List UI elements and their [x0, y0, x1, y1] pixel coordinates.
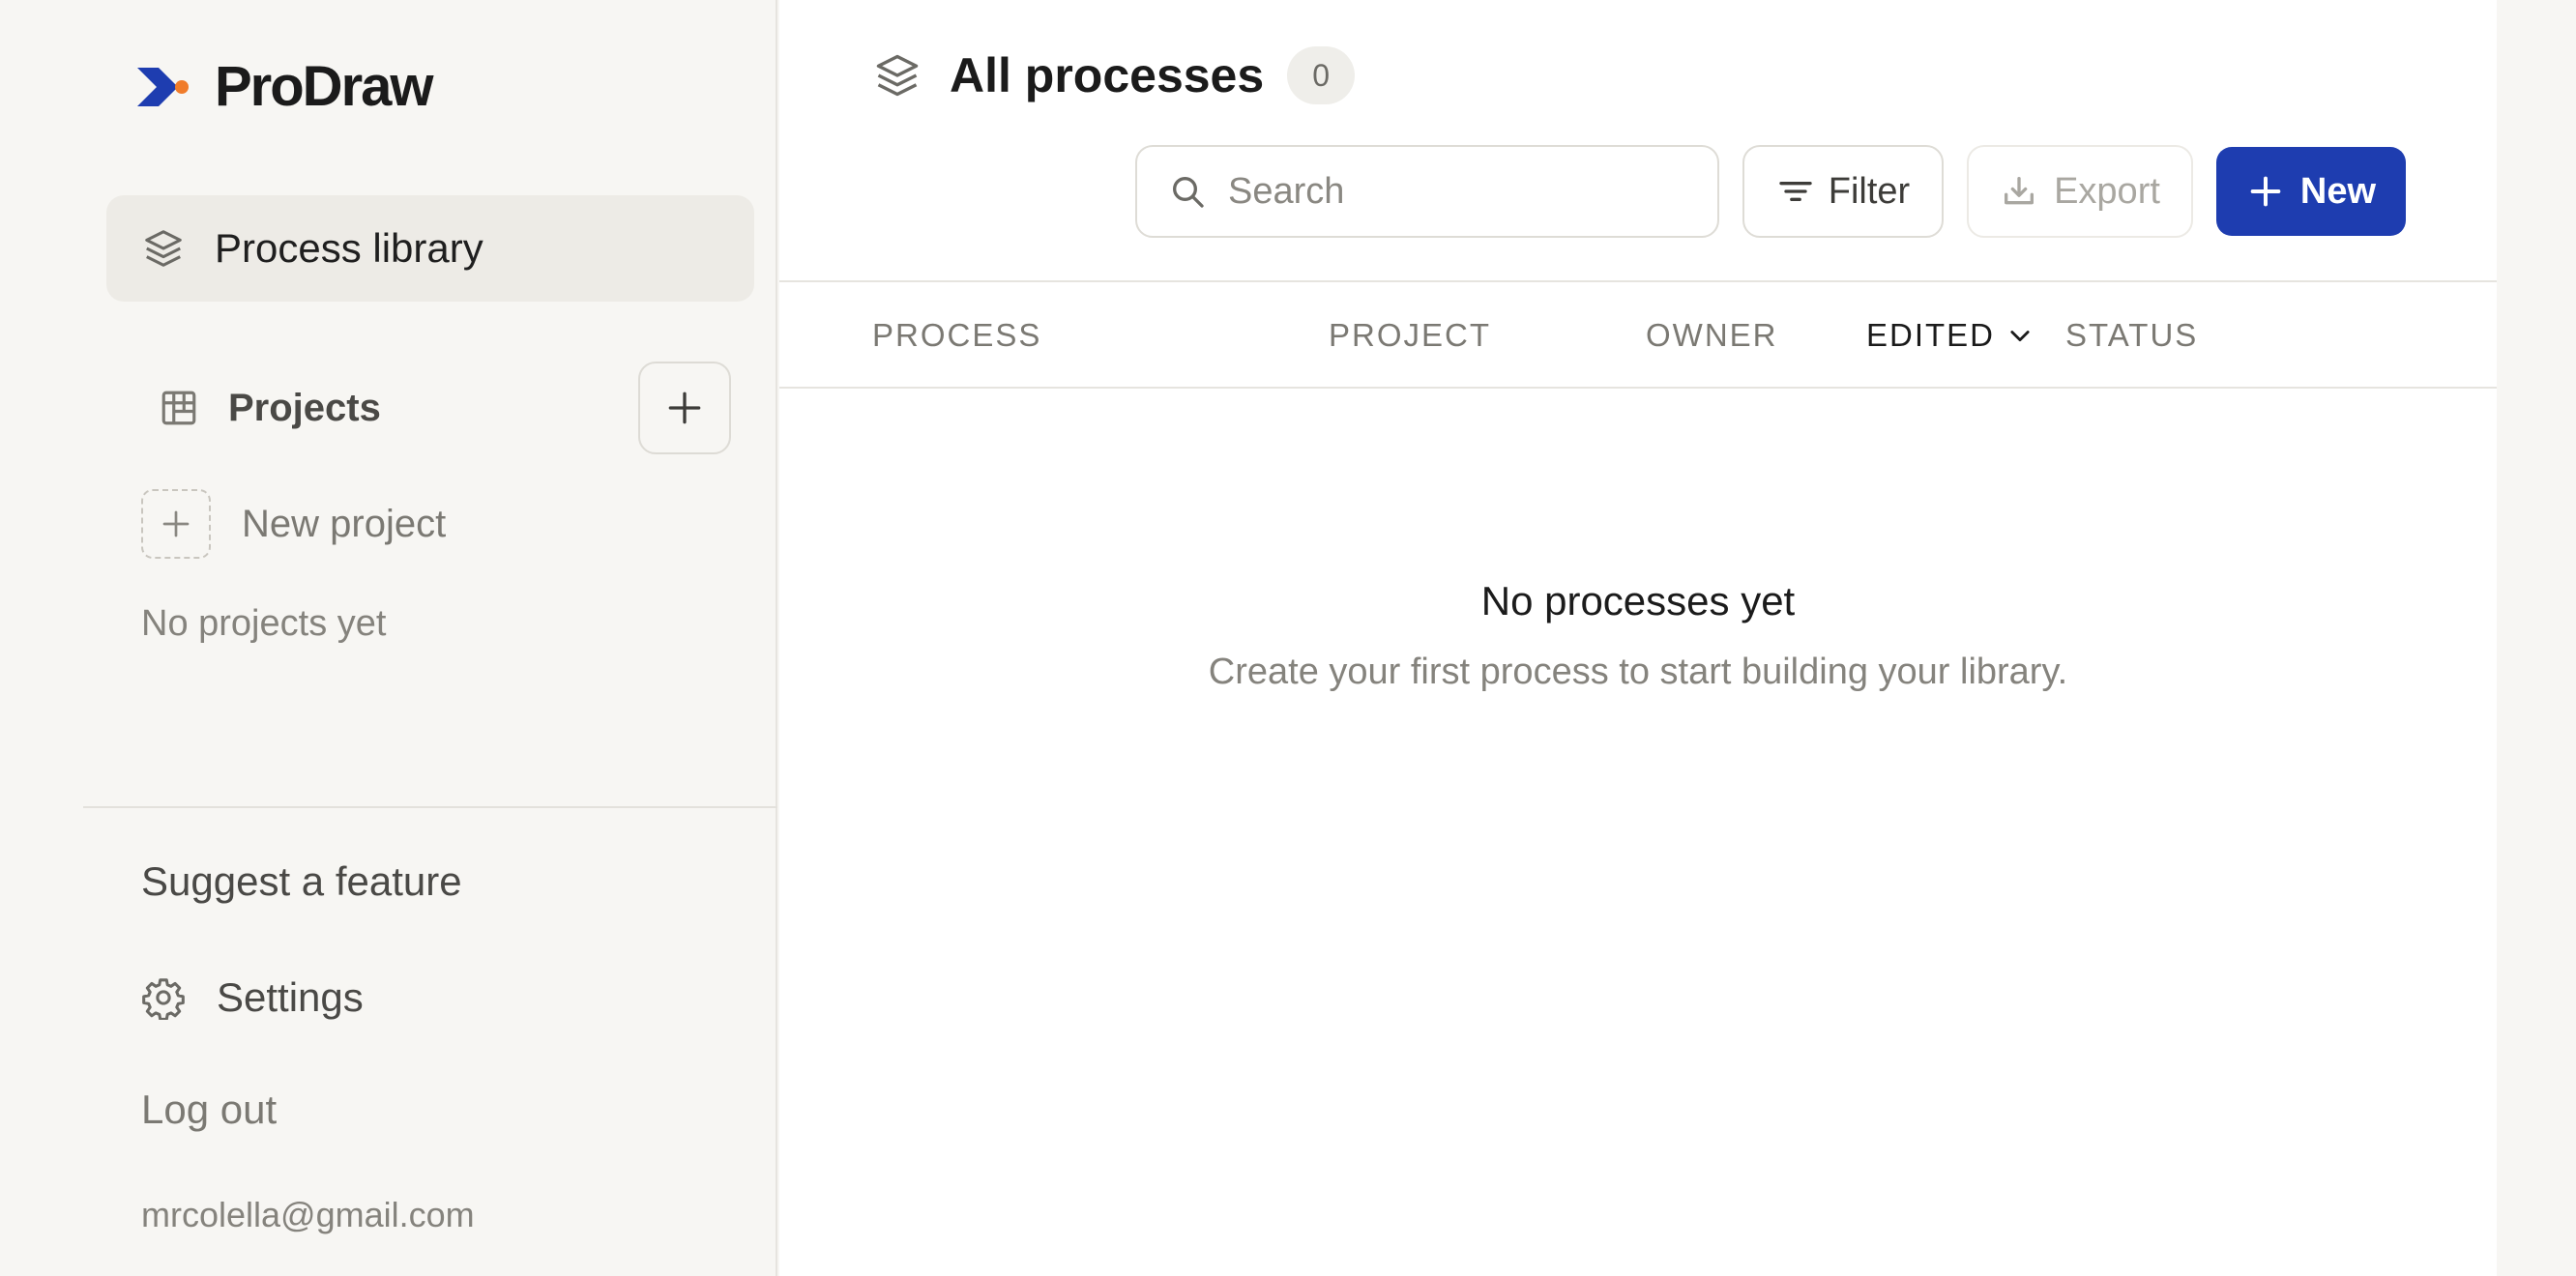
- sidebar-item-process-library[interactable]: Process library: [106, 195, 754, 302]
- right-gutter: [2497, 0, 2576, 1276]
- no-projects-text: No projects yet: [141, 603, 387, 644]
- search-input[interactable]: [1228, 170, 1712, 213]
- app-logo[interactable]: ProDraw: [135, 54, 434, 119]
- sidebar-item-label: Process library: [215, 225, 483, 271]
- empty-state-title: No processes yet: [1480, 578, 1796, 624]
- page-header: All processes 0: [872, 46, 1356, 104]
- filter-label: Filter: [1828, 170, 1911, 212]
- new-label: New: [2299, 170, 2377, 212]
- new-project-placeholder: [141, 489, 211, 559]
- column-header-edited-label: EDITED: [1866, 317, 1996, 353]
- layers-icon: [145, 230, 182, 267]
- column-header-status[interactable]: STATUS: [2065, 317, 2198, 354]
- suggest-feature-link[interactable]: Suggest a feature: [141, 858, 462, 905]
- process-count-badge: 0: [1287, 46, 1356, 104]
- add-project-button[interactable]: [638, 362, 731, 454]
- column-header-project[interactable]: PROJECT: [1329, 317, 1491, 354]
- filter-button[interactable]: Filter: [1742, 145, 1944, 238]
- app-name: ProDraw: [215, 55, 434, 118]
- settings-label: Settings: [217, 974, 364, 1020]
- download-icon: [2005, 177, 2034, 205]
- sidebar-item-settings[interactable]: Settings: [141, 974, 364, 1021]
- projects-label: Projects: [228, 386, 381, 429]
- new-process-button[interactable]: New: [2216, 147, 2406, 236]
- plus-icon: [2250, 176, 2281, 207]
- plus-icon: [668, 392, 701, 424]
- search-box[interactable]: [1135, 145, 1719, 238]
- projects-section-header: Projects: [159, 362, 731, 454]
- chevron-down-icon: [2010, 331, 2030, 342]
- board-icon: [161, 391, 196, 425]
- main-content: All processes 0 Filter Export New: [779, 0, 2497, 1276]
- sidebar-divider: [83, 806, 777, 808]
- export-label: Export: [2054, 170, 2160, 212]
- new-project-button[interactable]: New project: [141, 489, 446, 559]
- user-email: mrcolella@gmail.com: [141, 1195, 475, 1234]
- new-project-label: New project: [242, 502, 447, 545]
- export-button[interactable]: Export: [1967, 145, 2193, 238]
- logout-link[interactable]: Log out: [141, 1087, 277, 1133]
- page-title: All processes: [950, 48, 1265, 102]
- sidebar: ProDraw Process library Projects New pro…: [0, 0, 777, 1276]
- gear-icon: [142, 978, 185, 1020]
- empty-state-subtitle: Create your first process to start build…: [1208, 652, 2068, 692]
- column-header-process[interactable]: PROCESS: [872, 317, 1041, 354]
- prodraw-logo-icon: [137, 67, 189, 106]
- filter-icon: [1779, 182, 1812, 201]
- column-header-edited[interactable]: EDITED: [1866, 317, 2034, 354]
- layers-icon: [876, 54, 919, 97]
- plus-icon: [162, 510, 190, 537]
- table-header: PROCESS PROJECT OWNER EDITED STATUS: [779, 280, 2497, 389]
- column-header-owner[interactable]: OWNER: [1646, 317, 1778, 354]
- search-icon: [1173, 177, 1204, 208]
